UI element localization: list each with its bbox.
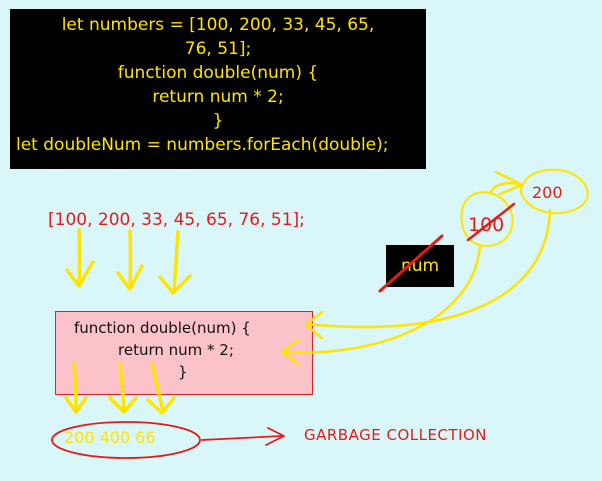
code-line-4: return num * 2; xyxy=(152,87,284,107)
function-line-3: } xyxy=(178,363,188,381)
current-value-200: 200 xyxy=(532,183,563,202)
function-box: function double(num) { return num * 2; } xyxy=(55,311,313,395)
results-label: 200 400 66 xyxy=(64,428,156,447)
arrow-down-2-head xyxy=(116,264,144,291)
function-line-2: return num * 2; xyxy=(118,341,234,359)
arrow-result-2-head xyxy=(108,396,138,414)
garbage-collection-label: GARBAGE COLLECTION xyxy=(304,426,488,444)
code-line-5: } xyxy=(212,111,224,131)
arrow-result-3-head xyxy=(146,396,176,415)
curve-200-to-100 xyxy=(488,181,524,196)
arrow-down-1-head xyxy=(65,260,95,288)
code-line-6: let doubleNum = numbers.forEach(double); xyxy=(16,135,389,155)
array-label: [100, 200, 33, 45, 65, 76, 51]; xyxy=(48,210,305,230)
arrow-down-2 xyxy=(128,229,133,290)
arrow-to-gc xyxy=(201,435,283,441)
code-line-3: function double(num) { xyxy=(117,63,319,83)
code-line-1: let numbers = [100, 200, 33, 45, 65, xyxy=(61,15,375,35)
curve-200-to-100-head xyxy=(494,170,524,196)
crossed-value-100: 100 xyxy=(468,214,505,236)
arrow-down-3-head xyxy=(158,274,192,295)
arrow-down-3 xyxy=(172,230,180,294)
function-line-1: function double(num) { xyxy=(74,319,251,337)
param-num-box: num xyxy=(386,245,454,287)
arrow-to-gc-head xyxy=(265,427,285,446)
code-line-2: 76, 51]; xyxy=(184,39,252,59)
code-panel: let numbers = [100, 200, 33, 45, 65, 76,… xyxy=(10,9,426,169)
param-num-label: num xyxy=(400,256,440,276)
arrow-result-1-head xyxy=(64,396,88,414)
arrow-down-1 xyxy=(77,228,82,287)
